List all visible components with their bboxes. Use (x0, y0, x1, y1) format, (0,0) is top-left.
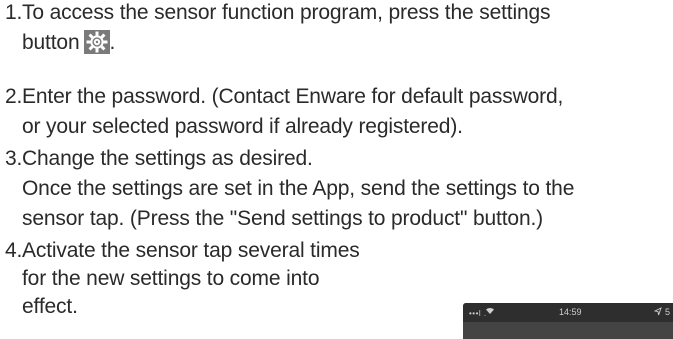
step-text: Enter the password. (Contact Enware for … (22, 84, 563, 140)
phone-screenshot: •••l . 14:59 5 (463, 303, 673, 339)
step-number: 1. (5, 1, 23, 24)
step-line: Activate the sensor tap several times (22, 239, 360, 262)
step-line: effect. (22, 295, 78, 318)
wifi-icon (485, 306, 495, 317)
status-time: 14:59 (559, 307, 582, 317)
step-line-text: button (22, 31, 80, 54)
step-text: To access the sensor function program, p… (22, 0, 551, 56)
step-line: sensor tap. (Press the "Send settings to… (22, 207, 543, 230)
step-number: 3. (5, 147, 23, 170)
step-number: 4. (5, 239, 23, 262)
step-line-with-icon: button . (22, 30, 550, 56)
step-line: Change the settings as desired. (22, 147, 313, 170)
step-line: or your selected password if already reg… (22, 115, 463, 138)
phone-status-bar: •••l . 14:59 5 (463, 303, 673, 322)
gear-icon (83, 30, 110, 54)
step-text: Change the settings as desired. Once the… (22, 146, 574, 232)
step-line: for the new settings to come into (22, 267, 320, 290)
step-line: Enter the password. (Contact Enware for … (22, 85, 564, 108)
phone-screen-body (463, 322, 673, 339)
step-text: Activate the sensor tap several times fo… (22, 238, 360, 320)
step-line: Once the settings are set in the App, se… (22, 177, 575, 200)
signal-strength: •••l . (469, 309, 487, 318)
step-number: 2. (5, 85, 23, 108)
location-arrow-icon (653, 307, 662, 318)
battery-level: 5 (665, 307, 671, 317)
step-trailing-period: . (109, 31, 116, 54)
step-line: To access the sensor function program, p… (22, 1, 551, 24)
